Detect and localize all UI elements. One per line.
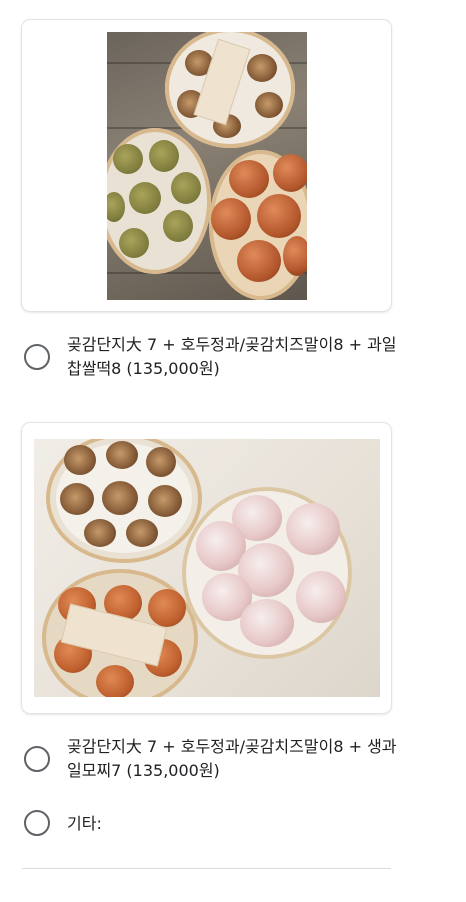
- option-1-product-photo: [107, 32, 307, 300]
- option-other-label[interactable]: 기타:: [67, 812, 397, 836]
- option-2-label[interactable]: 곶감단지大 7 + 호두정과/곶감치즈말이8 + 생과일모찌7 (135,000…: [67, 735, 397, 783]
- option-1-label[interactable]: 곶감단지大 7 + 호두정과/곶감치즈말이8 + 과일찹쌀떡8 (135,000…: [67, 333, 397, 381]
- other-text-underline[interactable]: [22, 868, 391, 869]
- option-1-image-card: [22, 20, 391, 311]
- option-other-radio[interactable]: [24, 810, 50, 836]
- option-2-image-card: [22, 423, 391, 713]
- option-2-radio[interactable]: [24, 746, 50, 772]
- option-2-product-photo: [34, 439, 380, 697]
- option-1-radio[interactable]: [24, 344, 50, 370]
